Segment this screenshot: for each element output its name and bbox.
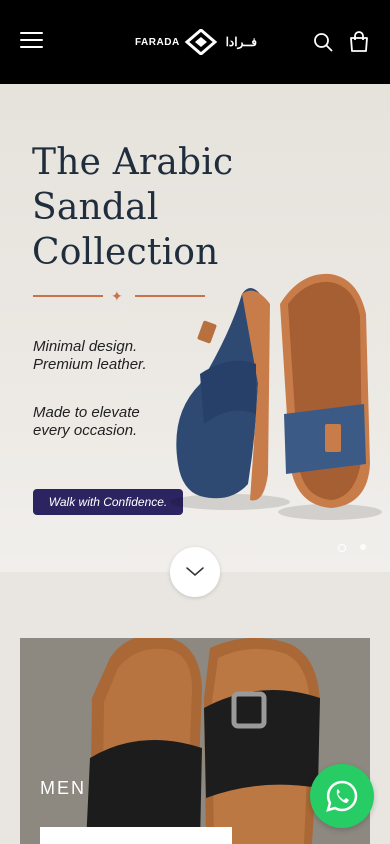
- star-ornament-icon: ✦: [111, 288, 123, 304]
- diamond-logo-icon: [184, 29, 217, 55]
- whatsapp-icon: [326, 780, 358, 812]
- shop-category-button[interactable]: [40, 827, 232, 844]
- category-title: MEN: [40, 778, 86, 798]
- shopping-bag-icon: [350, 31, 368, 52]
- brand-latin: FARADA: [135, 36, 180, 48]
- hero-title: The Arabic Sandal Collection: [32, 142, 234, 273]
- cart-button[interactable]: [348, 31, 370, 53]
- brand-logo[interactable]: FARADA فــرادا: [135, 28, 257, 56]
- site-header: FARADA فــرادا: [0, 0, 390, 84]
- slide-dot[interactable]: [360, 544, 366, 550]
- search-icon: [314, 33, 333, 52]
- chevron-down-icon: [186, 567, 204, 576]
- hero-banner[interactable]: The Arabic Sandal Collection ✦ Minimal d…: [0, 84, 390, 572]
- sandal-product-image: [170, 273, 382, 520]
- slide-dot-active[interactable]: [338, 544, 346, 552]
- hamburger-icon: [20, 32, 43, 34]
- whatsapp-chat-button[interactable]: [310, 764, 374, 828]
- menu-button[interactable]: [20, 32, 43, 50]
- search-button[interactable]: [313, 32, 333, 52]
- brand-arabic: فــرادا: [225, 35, 257, 49]
- slider-pagination[interactable]: [338, 544, 378, 554]
- scroll-down-button[interactable]: [170, 547, 220, 597]
